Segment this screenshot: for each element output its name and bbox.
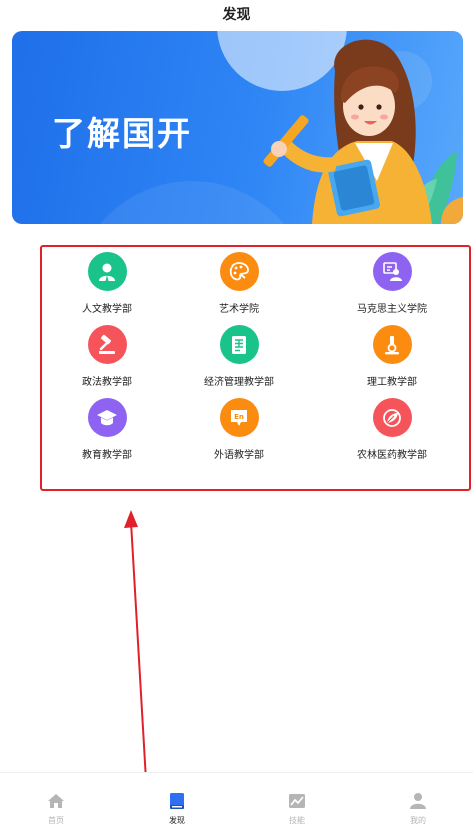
department-label: 人文教学部 (82, 304, 132, 315)
department-item[interactable]: En 外语教学部 (172, 398, 306, 464)
tab-profile[interactable]: 我的 (383, 791, 453, 826)
leaf-icon (372, 398, 412, 437)
banner-slogan: 了解国开 (52, 114, 192, 153)
graduation-cap-icon (87, 398, 127, 437)
department-item[interactable]: 政法教学部 (40, 325, 174, 391)
chart-icon (289, 794, 305, 808)
departments-grid: 人文教学部 艺术学院 马克思主义学院 政法教学部 经济管理教学部 理工教学部 教… (40, 245, 471, 491)
department-label: 理工教学部 (367, 377, 417, 388)
user-icon (410, 793, 426, 809)
person-icon (87, 252, 127, 291)
tab-skills[interactable]: 技能 (262, 791, 332, 826)
lecturer-icon (372, 252, 412, 291)
department-label: 艺术学院 (219, 304, 259, 315)
department-label: 教育教学部 (82, 450, 132, 461)
tab-label: 我的 (410, 816, 426, 825)
palette-icon (219, 252, 259, 291)
tab-label: 发现 (169, 816, 185, 825)
department-label: 农林医药教学部 (357, 450, 427, 461)
page-title: 发现 (222, 7, 251, 23)
student-illustration-icon (263, 39, 463, 224)
department-item[interactable]: 马克思主义学院 (325, 252, 459, 318)
svg-text:En: En (234, 413, 244, 421)
bottom-tab-bar: 首页 发现 技能 我的 (0, 772, 473, 840)
gavel-icon (87, 325, 127, 364)
tab-home[interactable]: 首页 (21, 791, 91, 826)
speech-bubble-icon: En (219, 398, 259, 437)
department-item[interactable]: 教育教学部 (40, 398, 174, 464)
department-label: 外语教学部 (214, 450, 264, 461)
department-item[interactable]: 理工教学部 (325, 325, 459, 391)
department-label: 经济管理教学部 (204, 377, 274, 388)
home-icon (48, 794, 64, 808)
department-item[interactable]: 经济管理教学部 (172, 325, 306, 391)
department-item[interactable]: 人文教学部 (40, 252, 174, 318)
promo-banner[interactable]: 了解国开 (12, 31, 463, 224)
tab-discover[interactable]: 发现 (142, 791, 212, 826)
department-item[interactable]: 艺术学院 (172, 252, 306, 318)
microscope-icon (372, 325, 412, 364)
tab-label: 首页 (48, 816, 64, 825)
tab-label: 技能 (289, 816, 305, 825)
book-icon (170, 793, 184, 809)
department-item[interactable]: 农林医药教学部 (325, 398, 459, 464)
department-label: 政法教学部 (82, 377, 132, 388)
department-label: 马克思主义学院 (357, 304, 427, 315)
ledger-icon (219, 325, 259, 364)
top-bar: 发现 (0, 0, 473, 28)
